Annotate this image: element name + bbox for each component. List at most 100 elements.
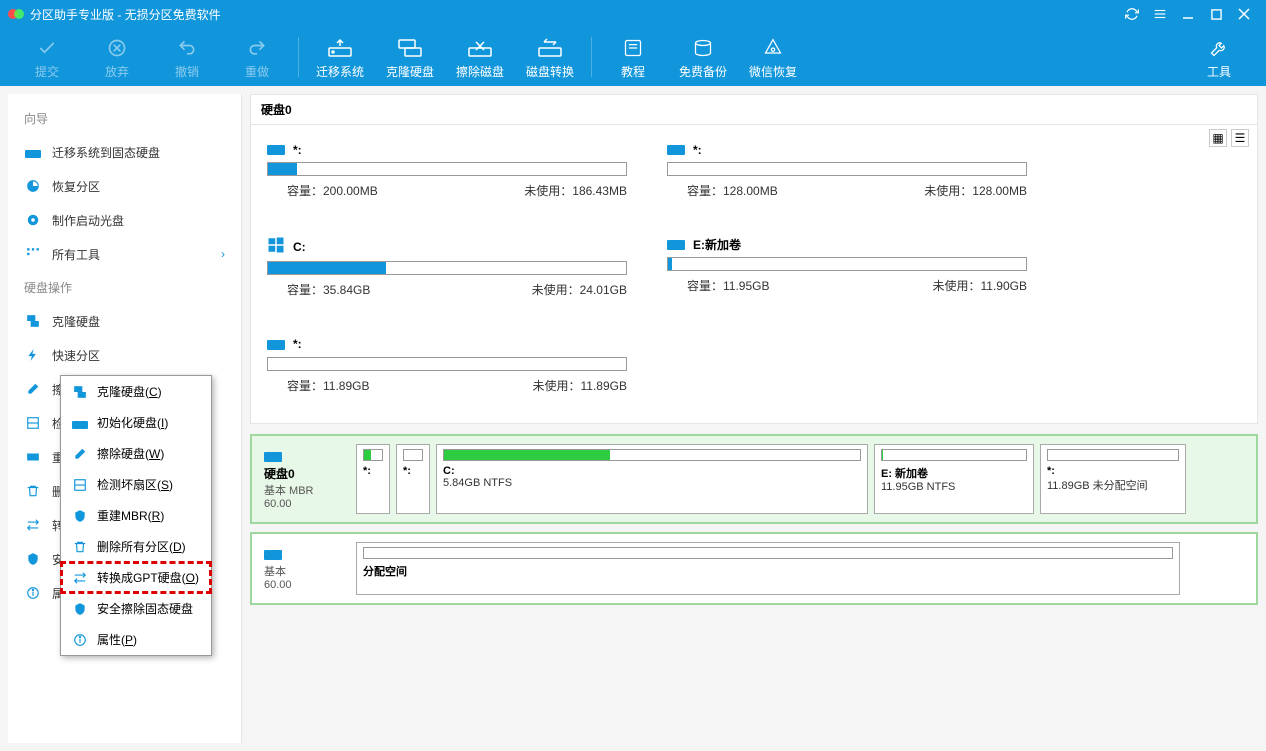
trash-icon [24, 482, 42, 500]
partition-bar [363, 547, 1173, 559]
capacity-label: 容量：128.00MB [667, 182, 778, 199]
partition-size: 5.84GB NTFS [443, 477, 861, 489]
disk-partition[interactable]: *: [356, 444, 390, 514]
titlebar: 分区助手专业版 - 无损分区免费软件 [0, 0, 1266, 28]
disk-icon [264, 546, 346, 563]
wipe-disk-button[interactable]: 擦除磁盘 [445, 28, 515, 86]
convert-icon [24, 516, 42, 534]
wechat-recover-button[interactable]: 微信恢复 [738, 28, 808, 86]
partition-icon [667, 141, 685, 158]
partition-icon [267, 336, 285, 353]
disk-partition[interactable]: 分配空间 [356, 542, 1180, 595]
usage-bar [267, 162, 627, 176]
convert-disk-button[interactable]: 磁盘转换 [515, 28, 585, 86]
partition-name: *: [693, 143, 702, 157]
partition-bar [443, 449, 861, 461]
sidebar-item-label: 迁移系统到固态硬盘 [52, 144, 160, 161]
partition-label: *: [363, 465, 383, 477]
eraser-icon [24, 380, 42, 398]
view-grid-icon[interactable]: ▦ [1209, 129, 1227, 147]
window-title: 分区助手专业版 - 无损分区免费软件 [30, 6, 1118, 23]
sidebar-item[interactable]: 迁移系统到固态硬盘 [8, 135, 241, 169]
sidebar-item-label: 克隆硬盘 [52, 313, 100, 330]
tutorial-button[interactable]: 教程 [598, 28, 668, 86]
disk-info: 基本60.00 [260, 542, 350, 595]
partition-cards: ▦ ☰ *: 容量：200.00MB未使用：186.43MB*: 容量：128.… [250, 124, 1258, 424]
disk-row[interactable]: 硬盘0基本 MBR60.00*:*:C:5.84GB NTFSE: 新加卷11.… [250, 434, 1258, 524]
commit-button: 提交 [12, 28, 82, 86]
sidebar-item[interactable]: 制作启动光盘 [8, 203, 241, 237]
sidebar-item-label: 所有工具 [52, 246, 100, 263]
refresh-icon[interactable] [1118, 0, 1146, 28]
disk-partition[interactable]: C:5.84GB NTFS [436, 444, 868, 514]
migrate-os-button[interactable]: 迁移系统 [305, 28, 375, 86]
partition-card[interactable]: E:新加卷 容量：11.95GB未使用：11.90GB [667, 236, 1027, 311]
disk-partition[interactable]: *: [396, 444, 430, 514]
sidebar-item-label: 快速分区 [52, 347, 100, 364]
partition-card[interactable]: *: 容量：11.89GB未使用：11.89GB [267, 336, 627, 407]
partition-card[interactable]: *: 容量：200.00MB未使用：186.43MB [267, 141, 627, 212]
partition-name: *: [293, 143, 302, 157]
usage-bar [267, 261, 627, 275]
partition-icon [667, 236, 685, 253]
close-button[interactable] [1230, 0, 1258, 28]
unused-label: 未使用：186.43MB [504, 182, 627, 199]
partition-size: 11.95GB NTFS [881, 481, 1027, 493]
disk-icon [24, 143, 42, 161]
disk-heading: 硬盘0 [250, 94, 1258, 124]
view-list-icon[interactable]: ☰ [1231, 129, 1249, 147]
toolbar: 提交 放弃 撤销 重做 迁移系统 克隆硬盘 擦除磁盘 磁盘转换 教程 免费备份 … [0, 28, 1266, 86]
partition-label: *: [1047, 465, 1179, 477]
sidebar-item-label: 制作启动光盘 [52, 212, 124, 229]
disk-partition[interactable]: *:11.89GB 未分配空间 [1040, 444, 1186, 514]
disk-icon [264, 448, 346, 465]
partition-label: C: [443, 465, 861, 477]
sidebar-item[interactable]: 所有工具› [8, 237, 241, 271]
unused-label: 未使用：128.00MB [904, 182, 1027, 199]
info-icon [24, 584, 42, 602]
partition-card[interactable]: C: 容量：35.84GB 未使用：24.01GB [267, 236, 627, 311]
scan-icon [24, 414, 42, 432]
clone-disk-button[interactable]: 克隆硬盘 [375, 28, 445, 86]
main-area: 硬盘0 ▦ ☰ *: 容量：200.00MB未使用：186.43MB*: 容量：… [242, 86, 1266, 751]
partition-bar [1047, 449, 1179, 461]
menu-icon[interactable] [1146, 0, 1174, 28]
partition-label: E: 新加卷 [881, 465, 1027, 481]
backup-button[interactable]: 免费备份 [668, 28, 738, 86]
unused-label: 未使用：24.01GB [512, 281, 627, 298]
partition-name: E:新加卷 [693, 236, 741, 253]
clone-icon [24, 312, 42, 330]
disk-row[interactable]: 基本60.00 分配空间 [250, 532, 1258, 605]
toolbar-separator [298, 37, 299, 77]
partition-size: 11.89GB 未分配空间 [1047, 477, 1179, 493]
usage-bar [667, 162, 1027, 176]
usage-bar [667, 257, 1027, 271]
tools-button[interactable]: 工具 [1184, 28, 1254, 86]
secure-erase-icon [24, 550, 42, 568]
usage-bar [267, 357, 627, 371]
discard-button: 放弃 [82, 28, 152, 86]
sidebar-item[interactable]: 恢复分区 [8, 169, 241, 203]
minimize-button[interactable] [1174, 0, 1202, 28]
partition-bar [363, 449, 383, 461]
maximize-button[interactable] [1202, 0, 1230, 28]
partition-label: 分配空间 [363, 563, 1173, 579]
disk-partition[interactable]: E: 新加卷11.95GB NTFS [874, 444, 1034, 514]
sidebar-item[interactable]: 快速分区 [8, 338, 241, 372]
section-disk-ops: 硬盘操作 [8, 271, 241, 304]
toolbar-separator [591, 37, 592, 77]
pie-icon [24, 177, 42, 195]
partition-card[interactable]: *: 容量：128.00MB 未使用：128.00MB [667, 141, 1027, 212]
redo-button: 重做 [222, 28, 292, 86]
capacity-label: 容量：35.84GB [267, 281, 370, 298]
capacity-label: 容量：11.89GB [267, 377, 369, 394]
app-logo-icon [8, 6, 24, 22]
burn-icon [24, 211, 42, 229]
partition-bar [403, 449, 423, 461]
sidebar-item[interactable]: 克隆硬盘 [8, 304, 241, 338]
partition-label: *: [403, 465, 423, 477]
partition-name: C: [293, 240, 306, 254]
partition-icon [267, 236, 285, 257]
unused-label: 未使用：11.90GB [913, 277, 1027, 294]
grid-icon [24, 245, 42, 263]
